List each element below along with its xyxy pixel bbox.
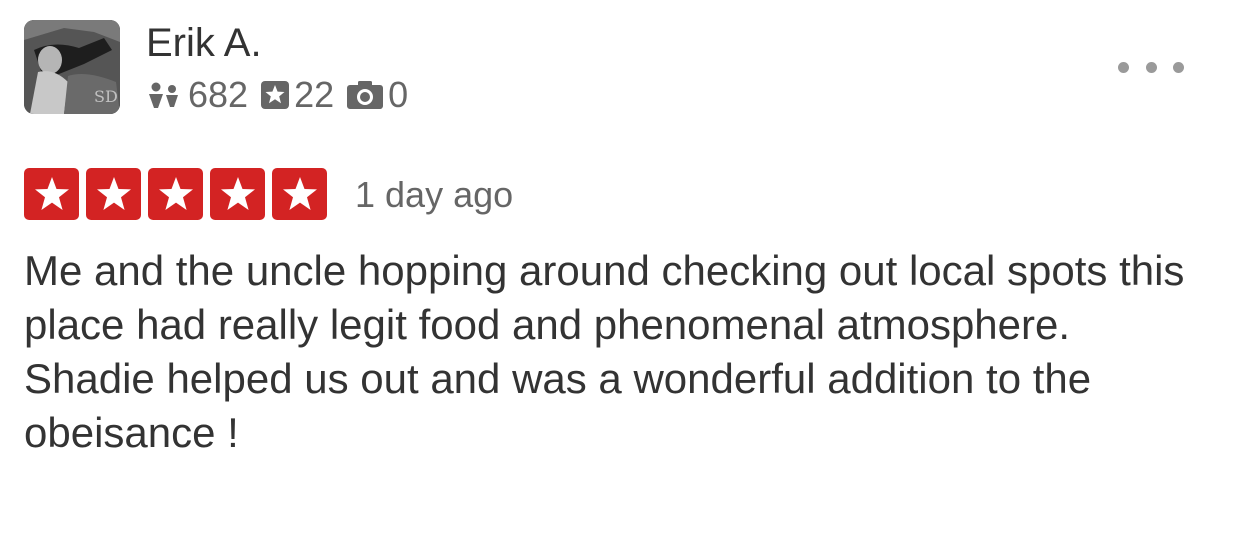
rating-star-3 xyxy=(148,168,203,220)
star-icon xyxy=(96,177,131,210)
review-paragraph: Me and the uncle hopping around checking… xyxy=(24,247,1185,348)
rating-star-5 xyxy=(272,168,327,220)
star-rating xyxy=(24,168,327,220)
friends-count: 682 xyxy=(188,74,249,115)
photos-stat: 0 xyxy=(346,74,408,116)
rating-star-2 xyxy=(86,168,141,220)
more-options-icon xyxy=(1145,61,1157,73)
star-icon xyxy=(158,177,193,210)
reviews-count: 22 xyxy=(294,74,335,115)
rating-star-1 xyxy=(24,168,79,220)
rating-star-4 xyxy=(210,168,265,220)
more-options-icon xyxy=(1173,61,1184,73)
camera-icon xyxy=(346,80,384,110)
star-icon xyxy=(220,177,255,210)
friends-stat: 682 xyxy=(146,74,248,116)
more-options-button[interactable] xyxy=(1118,54,1184,80)
star-icon xyxy=(34,177,69,210)
user-stats: 682 22 0 xyxy=(146,72,408,118)
star-icon xyxy=(282,177,317,210)
more-options-icon xyxy=(1118,61,1129,73)
avatar-watermark: SD xyxy=(94,87,118,106)
reviews-stat: 22 xyxy=(260,74,334,116)
review-date: 1 day ago xyxy=(355,174,514,215)
user-avatar[interactable]: SD xyxy=(24,20,120,114)
username[interactable]: Erik A. xyxy=(146,18,262,68)
friends-icon xyxy=(146,80,184,110)
review-body: Me and the uncle hopping around checking… xyxy=(24,244,1224,460)
review-paragraph: Shadie helped us out and was a wonderful… xyxy=(24,355,1092,456)
photos-count: 0 xyxy=(388,74,409,115)
star-badge-icon xyxy=(260,80,290,110)
